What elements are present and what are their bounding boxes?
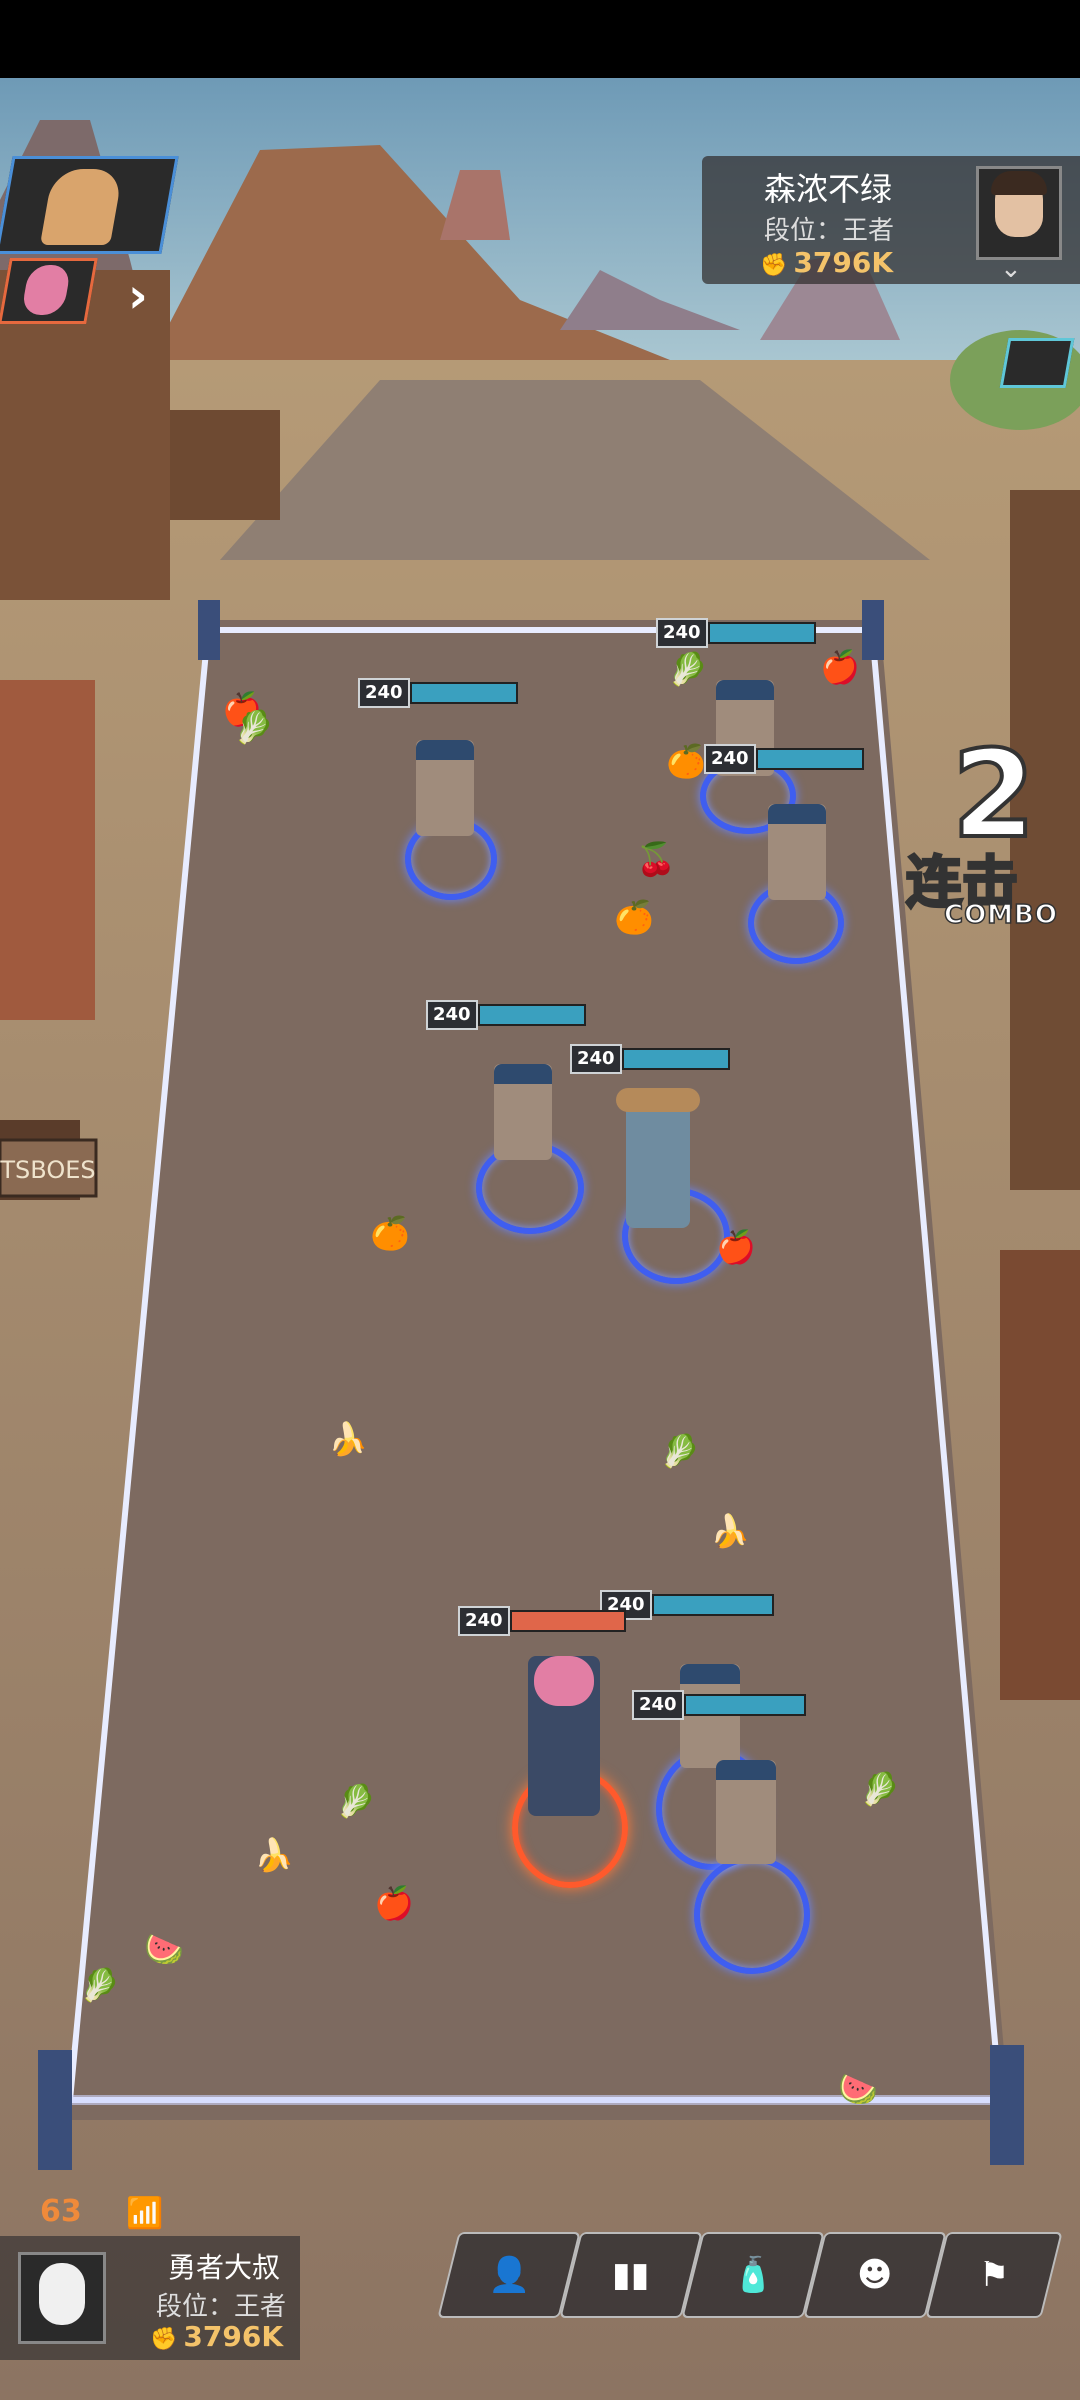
emoji-icon: ☻	[857, 2255, 893, 2295]
expand-chevron-icon[interactable]: ›	[128, 268, 148, 324]
status-bar	[0, 0, 1080, 78]
opponent-avatar[interactable]	[976, 166, 1062, 260]
fruit-pickup: 🍎	[820, 648, 860, 686]
fruit-pickup: 🍉	[144, 1930, 184, 1968]
player-hp-bar: 240	[458, 1606, 626, 1636]
cowgirl-enemy-sprite	[616, 1088, 700, 1228]
fruit-pickup: 🍊	[370, 1214, 410, 1252]
scarecrow-sprite	[768, 804, 826, 900]
fist-icon: ✊	[150, 2327, 178, 2352]
enemy-hp-bar: 240	[570, 1044, 730, 1074]
fruit-pickup: 🍎	[716, 1228, 756, 1266]
scarecrow-sprite	[416, 740, 474, 836]
spray-bottle-icon: 🧴	[731, 2255, 775, 2295]
spray-button[interactable]: 🧴	[681, 2232, 825, 2318]
building-right-low	[1000, 1250, 1080, 1700]
arena-floor	[70, 620, 1010, 2120]
pylon-bottom-left	[38, 2050, 72, 2170]
fruit-pickup: 🍊	[614, 898, 654, 936]
fruit-pickup: 🥬	[336, 1782, 376, 1820]
profile-list-icon: 👤	[487, 2255, 531, 2295]
chevron-down-icon[interactable]: ⌄	[1000, 254, 1022, 284]
pylon-bottom-right	[990, 2045, 1024, 2165]
signal-icon: 📶	[126, 2196, 164, 2231]
enemy-hp-bar: 240	[426, 1000, 586, 1030]
enemy-ring	[694, 1856, 810, 1974]
scarecrow-sprite	[680, 1664, 740, 1768]
surrender-flag-button[interactable]: ⚑	[925, 2232, 1063, 2318]
scarecrow-sprite	[494, 1064, 552, 1160]
enemy-hp-bar: 240	[600, 1590, 774, 1620]
building-left-roof	[0, 680, 95, 1020]
fruit-pickup: 🍌	[710, 1512, 750, 1550]
self-avatar[interactable]	[18, 2252, 106, 2344]
enemy-hp-bar: 240	[358, 678, 518, 708]
opponent-rank: 段位：王者	[764, 216, 895, 246]
fruit-pickup: 🍎	[374, 1884, 414, 1922]
fruit-pickup: 🥬	[234, 708, 274, 746]
combo-label-en: COMBO	[943, 899, 1058, 931]
fruit-pickup: 🍉	[838, 2070, 878, 2108]
fruit-pickup: 🥬	[660, 1432, 700, 1470]
fruit-pickup: 🍌	[254, 1836, 294, 1874]
opponent-name: 森浓不绿	[764, 170, 893, 208]
stats-button[interactable]: ▮▮	[559, 2232, 703, 2318]
scarecrow-sprite	[716, 1760, 776, 1864]
enemy-hp-bar: 240	[656, 618, 816, 648]
player-sprite-pinkhair	[528, 1656, 600, 1816]
pylon-top-left	[198, 600, 220, 660]
flag-icon: ⚑	[978, 2255, 1010, 2295]
self-power: ✊ 3796K	[150, 2320, 284, 2353]
self-rank: 段位：王者	[156, 2292, 287, 2322]
fruit-pickup: 🥬	[80, 1966, 120, 2004]
fruit-pickup: 🍊	[666, 742, 706, 780]
fist-icon: ✊	[760, 253, 788, 278]
fruit-pickup: 🍒	[636, 840, 676, 878]
sign-text: TSBOES	[0, 1156, 96, 1184]
teammate-avatar-cowgirl[interactable]	[0, 156, 179, 254]
fruit-pickup: 🥬	[668, 650, 708, 688]
opponent-power: ✊ 3796K	[760, 246, 894, 279]
shed	[170, 410, 280, 520]
player-list-button[interactable]: 👤	[437, 2232, 581, 2318]
teammate-avatar-pinkhair[interactable]	[0, 258, 98, 324]
enemy-hp-bar: 240	[704, 744, 864, 774]
enemy-hp-bar: 240	[632, 1690, 806, 1720]
opponent-teammate-avatar[interactable]	[999, 338, 1075, 388]
stats-bar-icon: ▮▮	[612, 2255, 650, 2295]
self-name: 勇者大叔	[168, 2251, 281, 2284]
fruit-pickup: 🍌	[328, 1420, 368, 1458]
emoji-button[interactable]: ☻	[803, 2232, 947, 2318]
pylon-top-right	[862, 600, 884, 660]
fruit-pickup: 🥬	[860, 1770, 900, 1808]
fps-counter: 63	[40, 2194, 82, 2229]
